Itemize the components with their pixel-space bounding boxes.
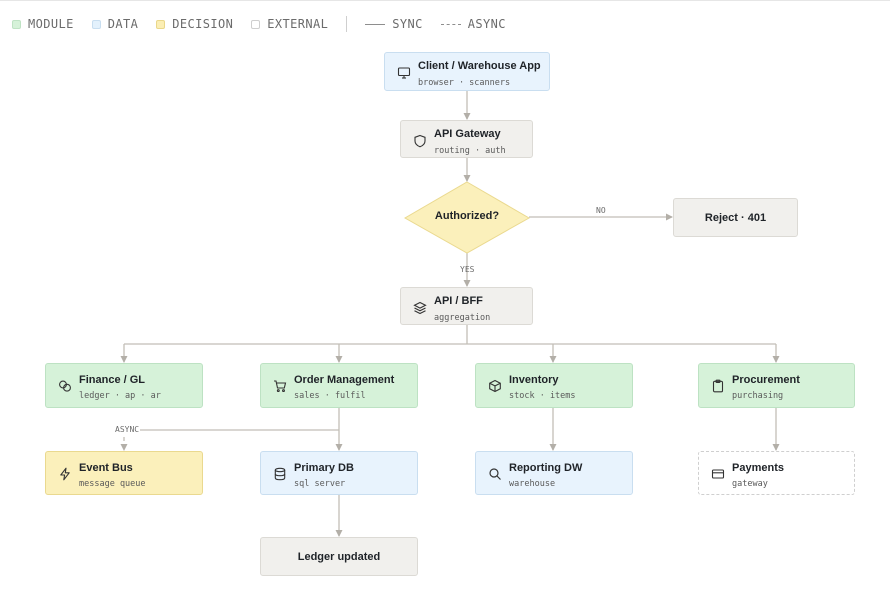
node-title: Primary DB: [294, 462, 354, 474]
node-payments[interactable]: Payments gateway: [698, 451, 855, 495]
node-api-gateway[interactable]: API Gateway routing · auth: [400, 120, 533, 158]
node-title: Client / Warehouse App: [418, 60, 541, 72]
edge-label-async: ASYNC: [114, 425, 141, 434]
node-subtitle: sales · fulfil: [294, 391, 366, 401]
node-title: Reporting DW: [509, 462, 583, 474]
node-title: Payments: [732, 462, 784, 474]
node-ledger-updated[interactable]: Ledger updated: [260, 537, 418, 576]
node-subtitle: sql server: [294, 479, 346, 489]
node-subtitle: purchasing: [732, 391, 784, 401]
node-procurement[interactable]: Procurement purchasing: [698, 363, 855, 408]
edge-label-no: NO: [596, 206, 606, 215]
decision-label: Authorized?: [434, 210, 500, 222]
node-event-bus[interactable]: Event Bus message queue: [45, 451, 203, 495]
bolt-icon: [58, 467, 72, 481]
node-title: Finance / GL: [79, 374, 146, 386]
node-primary-db[interactable]: Primary DB sql server: [260, 451, 418, 495]
node-title: Event Bus: [79, 462, 133, 474]
search-icon: [488, 467, 502, 481]
node-title: Order Management: [294, 374, 395, 386]
node-subtitle: stock · items: [509, 391, 576, 401]
node-title: Reject · 401: [704, 211, 767, 224]
node-subtitle: routing · auth: [434, 146, 506, 156]
node-inventory[interactable]: Inventory stock · items: [475, 363, 633, 408]
coins-icon: [58, 379, 72, 393]
cart-icon: [273, 379, 287, 393]
node-subtitle: warehouse: [509, 479, 556, 489]
database-icon: [273, 467, 287, 481]
box-icon: [488, 379, 502, 393]
node-subtitle: gateway: [732, 479, 768, 489]
clipboard-icon: [711, 379, 725, 393]
node-order-management[interactable]: Order Management sales · fulfil: [260, 363, 418, 408]
node-subtitle: aggregation: [434, 313, 491, 323]
node-subtitle: ledger · ap · ar: [79, 391, 161, 401]
node-finance-gl[interactable]: Finance / GL ledger · ap · ar: [45, 363, 203, 408]
shield-icon: [413, 134, 427, 148]
node-title: API Gateway: [434, 128, 501, 140]
edge-label-yes: YES: [460, 265, 475, 274]
node-title: Inventory: [509, 374, 559, 386]
node-title: Ledger updated: [297, 550, 381, 563]
node-title: API / BFF: [434, 295, 483, 307]
node-title: Procurement: [732, 374, 800, 386]
card-icon: [711, 467, 725, 481]
node-subtitle: message queue: [79, 479, 146, 489]
monitor-icon: [397, 66, 411, 80]
node-reject[interactable]: Reject · 401: [673, 198, 798, 237]
node-reporting-dw[interactable]: Reporting DW warehouse: [475, 451, 633, 495]
node-api-bff[interactable]: API / BFF aggregation: [400, 287, 533, 325]
node-subtitle: browser · scanners: [418, 78, 511, 88]
node-client-app[interactable]: Client / Warehouse App browser · scanner…: [384, 52, 550, 91]
layers-icon: [413, 301, 427, 315]
